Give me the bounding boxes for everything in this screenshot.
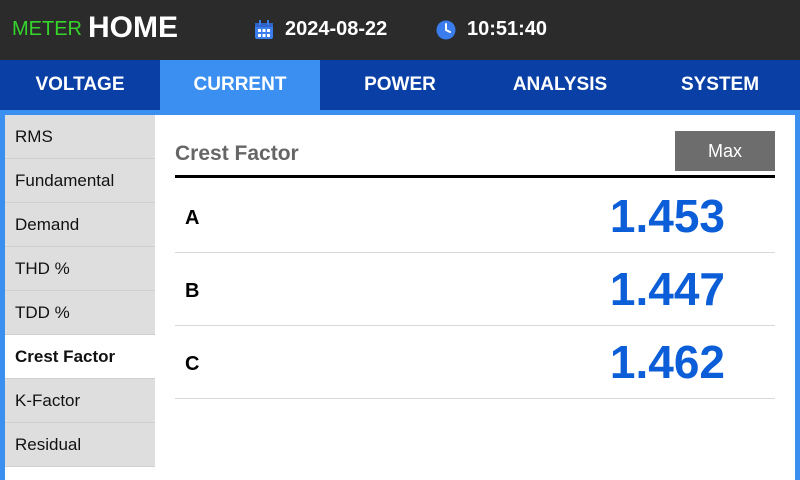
sidebar-item-crest-factor[interactable]: Crest Factor <box>5 335 155 379</box>
sidebar-item-rms[interactable]: RMS <box>5 115 155 159</box>
tab-current[interactable]: CURRENT <box>160 60 320 110</box>
time-readout: 10:51:40 <box>467 18 548 40</box>
max-button[interactable]: Max <box>675 131 775 171</box>
sidebar: RMS Fundamental Demand THD % TDD % Crest… <box>5 115 155 480</box>
sidebar-item-k-factor[interactable]: K-Factor <box>5 379 155 423</box>
phase-value: 1.462 <box>609 336 725 388</box>
sidebar-item-tdd[interactable]: TDD % <box>5 291 155 335</box>
main-tab-bar: VOLTAGE CURRENT POWER ANALYSIS SYSTEM <box>0 60 800 110</box>
calendar-icon <box>255 20 273 39</box>
sidebar-item-thd[interactable]: THD % <box>5 247 155 291</box>
phase-value: 1.453 <box>609 190 725 242</box>
phase-label: C <box>185 353 200 375</box>
tab-power[interactable]: POWER <box>320 60 480 110</box>
phase-label: B <box>185 280 200 302</box>
clock-icon <box>436 20 456 40</box>
tab-analysis[interactable]: ANALYSIS <box>480 60 640 110</box>
brand-meter-label: METER <box>12 18 82 40</box>
title-divider <box>175 175 775 178</box>
brand-home-title: HOME <box>88 11 178 44</box>
page-title: Crest Factor <box>175 142 299 165</box>
tab-voltage[interactable]: VOLTAGE <box>0 60 160 110</box>
date-readout: 2024-08-22 <box>285 18 388 40</box>
main-panel: Crest Factor Max A 1.453 B 1.447 C 1.462 <box>155 115 795 480</box>
phase-row-a: A 1.453 <box>175 179 775 253</box>
sidebar-item-fundamental[interactable]: Fundamental <box>5 159 155 203</box>
top-bar: METER HOME 2024-08-22 10:51:40 <box>0 0 800 60</box>
phase-row-b: B 1.447 <box>175 252 775 326</box>
sidebar-item-demand[interactable]: Demand <box>5 203 155 247</box>
tab-system[interactable]: SYSTEM <box>640 60 800 110</box>
phase-row-c: C 1.462 <box>175 325 775 399</box>
sidebar-item-residual[interactable]: Residual <box>5 423 155 467</box>
phase-label: A <box>185 207 200 229</box>
phase-value: 1.447 <box>609 263 725 315</box>
